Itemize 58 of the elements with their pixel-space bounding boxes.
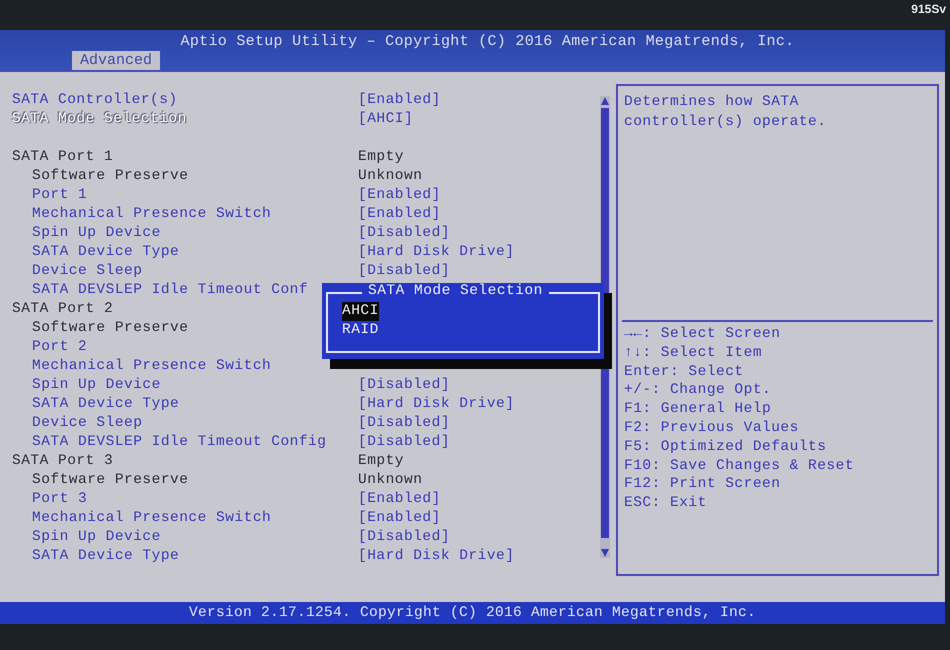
- key-help-text: F5: Optimized Defaults: [624, 438, 828, 457]
- setting-value[interactable]: [Enabled]: [358, 490, 441, 506]
- setting-label[interactable]: SATA Controller(s): [12, 92, 358, 108]
- setting-value[interactable]: [Disabled]: [358, 528, 450, 544]
- setting-value[interactable]: [Disabled]: [358, 414, 450, 430]
- info-value: Unknown: [358, 472, 422, 488]
- key-help-text: F10: Save Changes & Reset: [624, 458, 856, 476]
- setting-label[interactable]: SATA Device Type: [32, 244, 358, 260]
- setting-value[interactable]: [Hard Disk Drive]: [358, 396, 514, 412]
- key-help-text: ↑↓: Select Item: [624, 344, 764, 363]
- setting-label[interactable]: Spin Up Device: [32, 224, 358, 240]
- monitor-label: 915Sv: [911, 2, 946, 16]
- window-title: Aptio Setup Utility – Copyright (C) 2016 American Megatrends, Inc.: [180, 32, 796, 50]
- setting-label[interactable]: Mechanical Presence Switch: [32, 510, 358, 526]
- section-heading: SATA Port 3: [12, 452, 114, 468]
- setting-label[interactable]: Port 1: [32, 186, 358, 202]
- key-help-text: ESC: Exit: [624, 495, 708, 514]
- key-help-text: F1: General Help: [624, 401, 772, 420]
- setting-value[interactable]: [Disabled]: [358, 376, 450, 392]
- setting-label[interactable]: Device Sleep: [32, 414, 358, 430]
- setting-label[interactable]: Port 3: [32, 490, 358, 506]
- setting-value[interactable]: [Disabled]: [358, 224, 450, 240]
- scroll-down-icon[interactable]: [600, 548, 610, 558]
- setting-label[interactable]: SATA Device Type: [32, 548, 358, 564]
- setting-value[interactable]: [Disabled]: [358, 434, 450, 450]
- key-help-text: →←: Select Screen: [624, 326, 782, 344]
- setting-label[interactable]: Mechanical Presence Switch: [32, 206, 358, 222]
- section-heading: SATA Port 1: [12, 148, 114, 164]
- setting-label[interactable]: Device Sleep: [32, 262, 358, 278]
- setting-value[interactable]: [Enabled]: [358, 92, 441, 108]
- info-value: Empty: [358, 148, 404, 164]
- option-item[interactable]: RAID: [342, 321, 379, 340]
- tab[interactable]: Advanced: [72, 51, 160, 70]
- help-text: Determines how SATA controller(s) operate.: [623, 93, 828, 132]
- scrollbar[interactable]: [600, 96, 610, 558]
- footer-bar: Version 2.17.1254. Copyright (C) 2016 American Megatrends, Inc.: [0, 602, 945, 624]
- setting-value[interactable]: [Disabled]: [358, 262, 450, 278]
- setting-label[interactable]: SATA DEVSLEP Idle Timeout Config: [32, 434, 358, 450]
- setting-value[interactable]: [Enabled]: [358, 510, 441, 526]
- key-help-text: Enter: Select: [624, 364, 745, 382]
- setting-value[interactable]: [Hard Disk Drive]: [358, 244, 514, 260]
- setting-label[interactable]: Mechanical Presence Switch: [32, 358, 358, 374]
- setting-label[interactable]: Spin Up Device: [32, 376, 358, 392]
- key-help-text: F2: Previous Values: [624, 420, 800, 438]
- scroll-up-icon[interactable]: [600, 96, 610, 106]
- info-label: Software Preserve: [32, 168, 190, 184]
- key-help-text: F12: Print Screen: [624, 476, 782, 494]
- setting-value[interactable]: [AHCI]: [358, 110, 414, 126]
- setting-value[interactable]: [Enabled]: [358, 206, 441, 222]
- option-item[interactable]: AHCI: [342, 302, 379, 321]
- setting-label[interactable]: SATA Device Type: [32, 396, 358, 412]
- setting-value[interactable]: [Enabled]: [358, 186, 441, 202]
- setting-label[interactable]: Spin Up Device: [32, 528, 358, 544]
- info-value: Unknown: [358, 168, 422, 184]
- key-help-text: +/-: Change Opt.: [624, 382, 772, 400]
- setting-value[interactable]: [Hard Disk Drive]: [358, 548, 514, 564]
- info-value: Empty: [358, 452, 404, 468]
- info-label: Software Preserve: [32, 472, 190, 488]
